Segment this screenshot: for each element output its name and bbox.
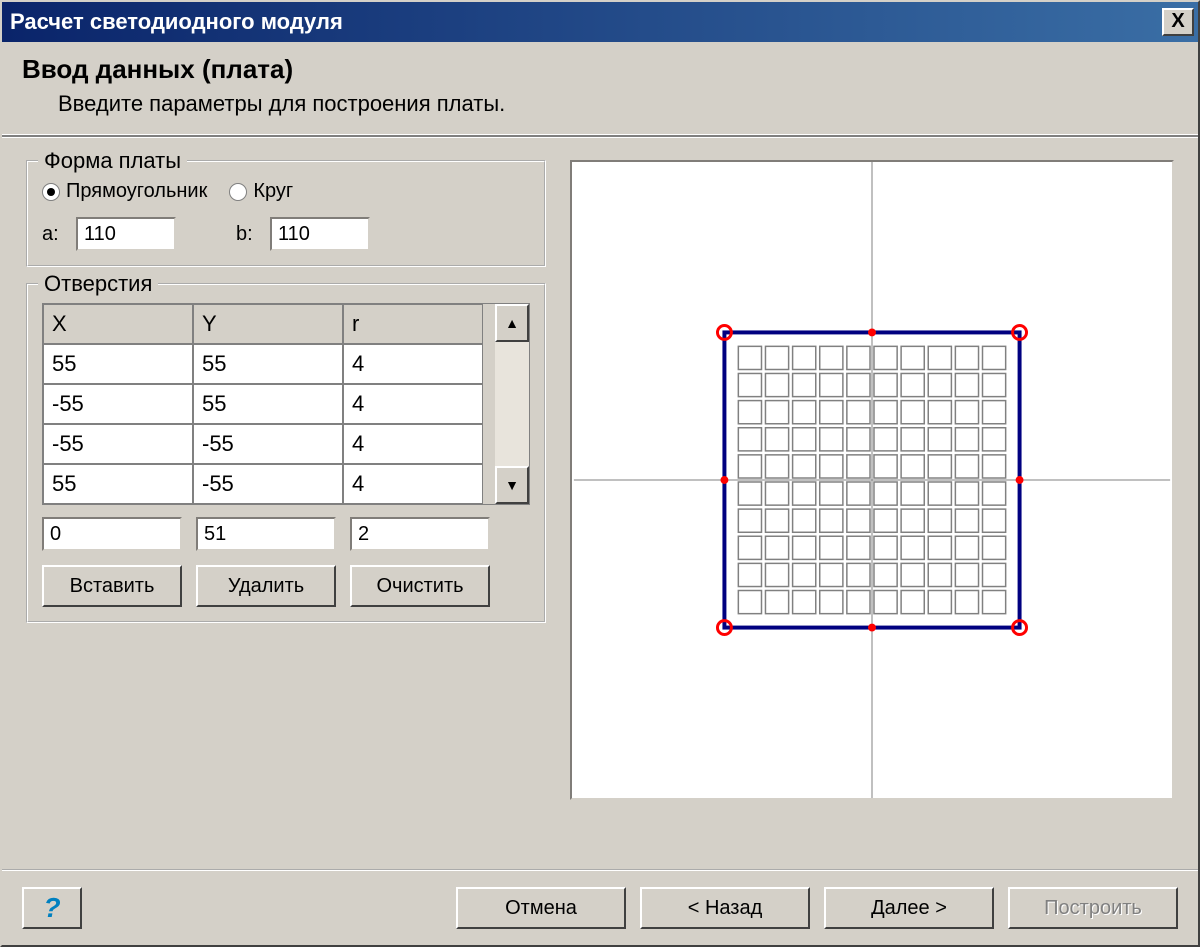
dialog-window: Расчет светодиодного модуля X Ввод данны… xyxy=(0,0,1200,947)
dialog-body: Форма платы Прямоугольник Круг a: b: xyxy=(2,137,1198,810)
holes-groupbox: Отверстия X Y r 55554-55554-55-55455-554… xyxy=(26,283,546,623)
col-header-y: Y xyxy=(193,304,343,344)
scroll-track[interactable] xyxy=(495,342,529,466)
dim-b-input[interactable] xyxy=(270,217,370,251)
table-cell[interactable]: 55 xyxy=(43,464,193,504)
holes-legend: Отверстия xyxy=(38,271,158,297)
page-title: Ввод данных (плата) xyxy=(22,54,1178,85)
chevron-up-icon: ▲ xyxy=(505,315,519,331)
table-cell[interactable]: -55 xyxy=(193,424,343,464)
table-cell[interactable]: 55 xyxy=(43,344,193,384)
hole-buttons: Вставить Удалить Очистить xyxy=(42,565,530,607)
shape-radios: Прямоугольник Круг xyxy=(42,180,530,203)
holes-table: X Y r 55554-55554-55-55455-554 ▲ ▼ xyxy=(42,303,530,505)
dim-a-input[interactable] xyxy=(76,217,176,251)
page-subtitle: Введите параметры для построения платы. xyxy=(22,91,1178,117)
insert-button[interactable]: Вставить xyxy=(42,565,182,607)
help-button[interactable]: ? xyxy=(22,887,82,929)
col-header-r: r xyxy=(343,304,483,344)
table-cell[interactable]: 4 xyxy=(343,464,483,504)
table-cell[interactable]: -55 xyxy=(43,424,193,464)
dim-b-label: b: xyxy=(236,223,260,246)
dim-a-label: a: xyxy=(42,223,66,246)
close-button[interactable]: X xyxy=(1162,8,1194,36)
table-cell[interactable]: 4 xyxy=(343,424,483,464)
hole-x-input[interactable] xyxy=(42,517,182,551)
next-button[interactable]: Далее > xyxy=(824,887,994,929)
shape-legend: Форма платы xyxy=(38,148,187,174)
table-cell[interactable]: -55 xyxy=(193,464,343,504)
table-cell[interactable]: 4 xyxy=(343,384,483,424)
clear-button[interactable]: Очистить xyxy=(350,565,490,607)
hole-input-row xyxy=(42,517,530,551)
preview-canvas xyxy=(572,162,1172,798)
delete-button[interactable]: Удалить xyxy=(196,565,336,607)
cancel-button[interactable]: Отмена xyxy=(456,887,626,929)
table-scrollbar: ▲ ▼ xyxy=(495,304,529,504)
back-button[interactable]: < Назад xyxy=(640,887,810,929)
table-cell[interactable]: -55 xyxy=(43,384,193,424)
preview-panel xyxy=(570,160,1174,800)
radio-rectangle[interactable]: Прямоугольник xyxy=(42,180,207,203)
scroll-up-button[interactable]: ▲ xyxy=(495,304,529,342)
left-column: Форма платы Прямоугольник Круг a: b: xyxy=(26,160,546,800)
table-cell[interactable]: 55 xyxy=(193,384,343,424)
shape-groupbox: Форма платы Прямоугольник Круг a: b: xyxy=(26,160,546,267)
dimensions-row: a: b: xyxy=(42,217,530,251)
chevron-down-icon: ▼ xyxy=(505,477,519,493)
hole-r-input[interactable] xyxy=(350,517,490,551)
build-button[interactable]: Построить xyxy=(1008,887,1178,929)
radio-dot-icon xyxy=(42,183,60,201)
wizard-header: Ввод данных (плата) Введите параметры дл… xyxy=(2,42,1198,137)
radio-circle-label: Круг xyxy=(253,180,293,203)
titlebar: Расчет светодиодного модуля X xyxy=(2,2,1198,42)
help-icon: ? xyxy=(43,892,60,924)
table-cell[interactable]: 55 xyxy=(193,344,343,384)
window-title: Расчет светодиодного модуля xyxy=(10,9,1162,35)
hole-y-input[interactable] xyxy=(196,517,336,551)
scroll-down-button[interactable]: ▼ xyxy=(495,466,529,504)
radio-rectangle-label: Прямоугольник xyxy=(66,180,207,203)
col-header-x: X xyxy=(43,304,193,344)
close-icon: X xyxy=(1171,10,1184,32)
wizard-footer: ? Отмена < Назад Далее > Построить xyxy=(2,869,1198,945)
table-cell[interactable]: 4 xyxy=(343,344,483,384)
radio-circle[interactable]: Круг xyxy=(229,180,293,203)
radio-dot-icon xyxy=(229,183,247,201)
holes-grid: X Y r 55554-55554-55-55455-554 xyxy=(43,304,495,504)
